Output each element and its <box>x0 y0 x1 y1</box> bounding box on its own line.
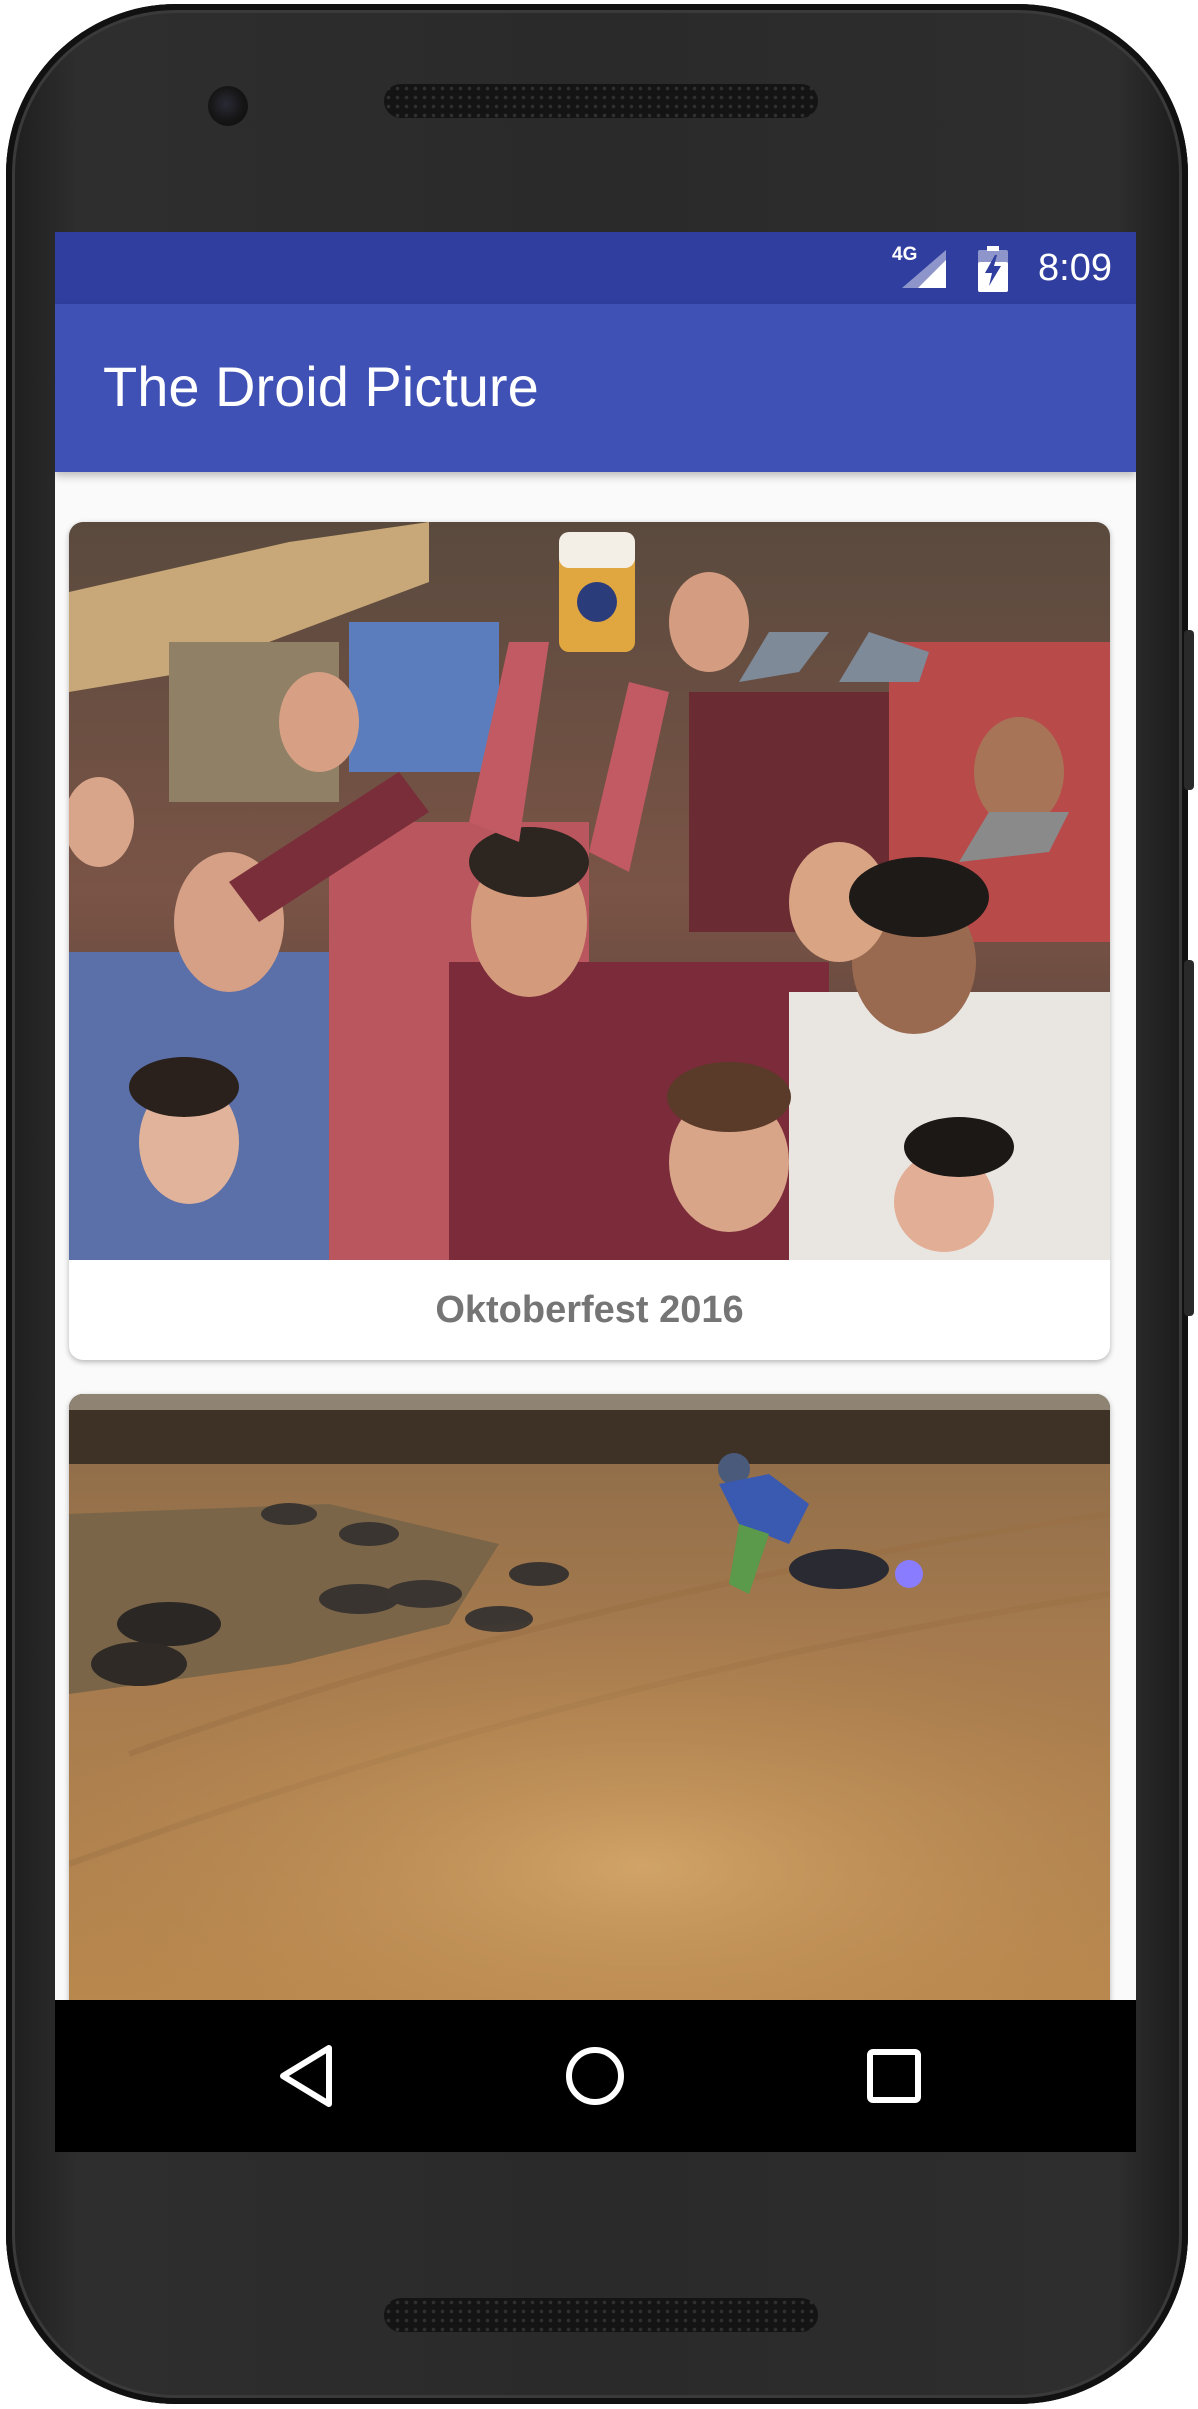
app-bar: The Droid Picture <box>55 304 1136 472</box>
status-bar: 4G 8:09 <box>55 232 1136 304</box>
card-caption: Oktoberfest 2016 <box>435 1289 744 1331</box>
bottom-speaker <box>384 2298 818 2332</box>
picture-feed[interactable]: Oktoberfest 2016 <box>55 472 1136 2000</box>
volume-button <box>1184 960 1194 1316</box>
power-button <box>1184 630 1194 790</box>
card-image[interactable] <box>69 522 1110 1260</box>
battery-icon <box>978 246 1008 292</box>
picture-card[interactable]: Oktoberfest 2016 <box>69 522 1110 1360</box>
earpiece-speaker <box>384 84 818 118</box>
status-time: 8:09 <box>1038 247 1112 289</box>
app-title: The Droid Picture <box>103 355 539 418</box>
picture-card[interactable] <box>69 1394 1110 2000</box>
front-camera <box>208 86 248 126</box>
signal-icon: 4G <box>892 244 950 290</box>
card-image[interactable] <box>69 1394 1110 2000</box>
recents-icon[interactable] <box>854 2036 934 2116</box>
phone-screen: 4G 8:09 The Droid Picture Oktoberfest 20… <box>55 232 1136 2152</box>
navigation-bar <box>55 2000 1136 2152</box>
back-icon[interactable] <box>267 2036 347 2116</box>
home-icon[interactable] <box>555 2036 635 2116</box>
